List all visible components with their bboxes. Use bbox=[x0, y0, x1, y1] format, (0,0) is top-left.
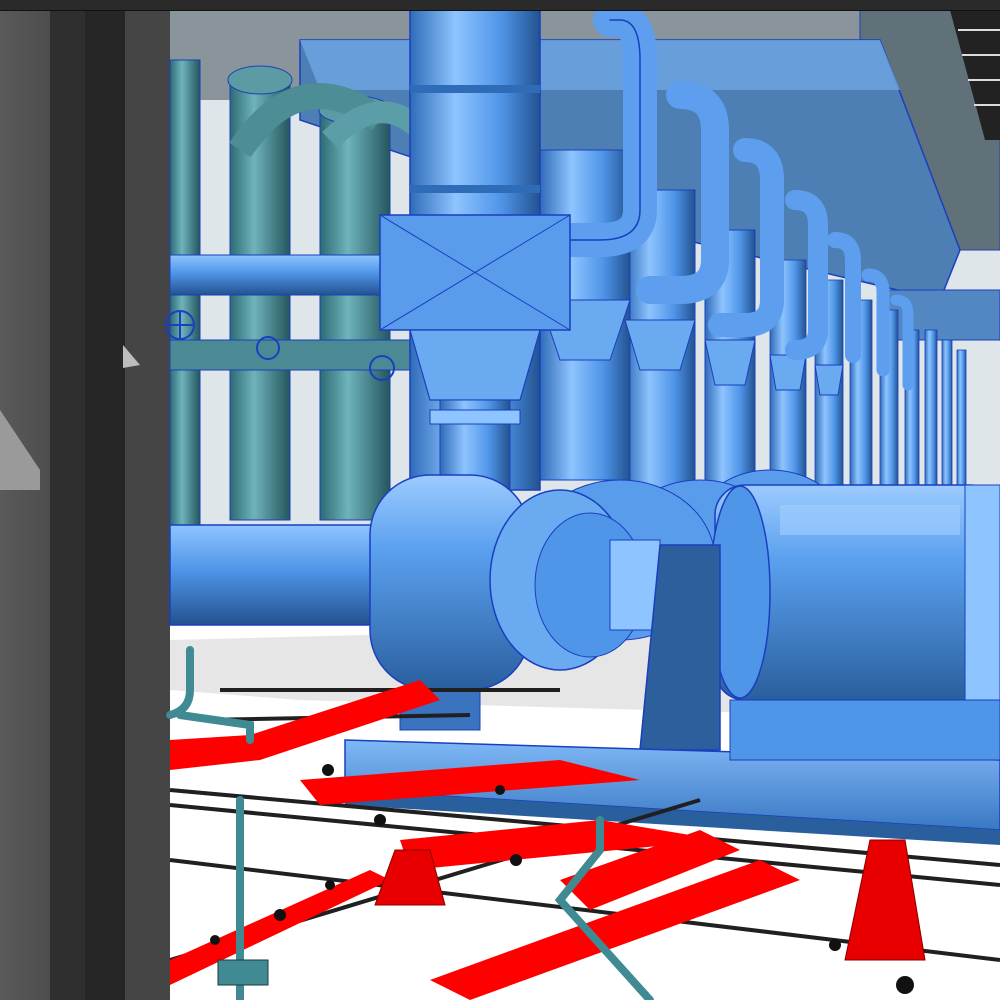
floor-drain-fitting bbox=[217, 959, 269, 986]
render-scene bbox=[0, 2, 1000, 1000]
background-pipe-2 bbox=[169, 339, 411, 371]
background-pipe-1 bbox=[169, 254, 391, 296]
viewport-top-bar bbox=[0, 0, 1000, 11]
suction-pipe bbox=[169, 524, 396, 626]
3d-viewport[interactable] bbox=[0, 0, 1000, 1000]
column-face-dark bbox=[50, 10, 85, 1000]
column-face-mid bbox=[85, 10, 125, 1000]
pump-motor bbox=[709, 484, 1000, 701]
column-edge bbox=[125, 10, 170, 1000]
